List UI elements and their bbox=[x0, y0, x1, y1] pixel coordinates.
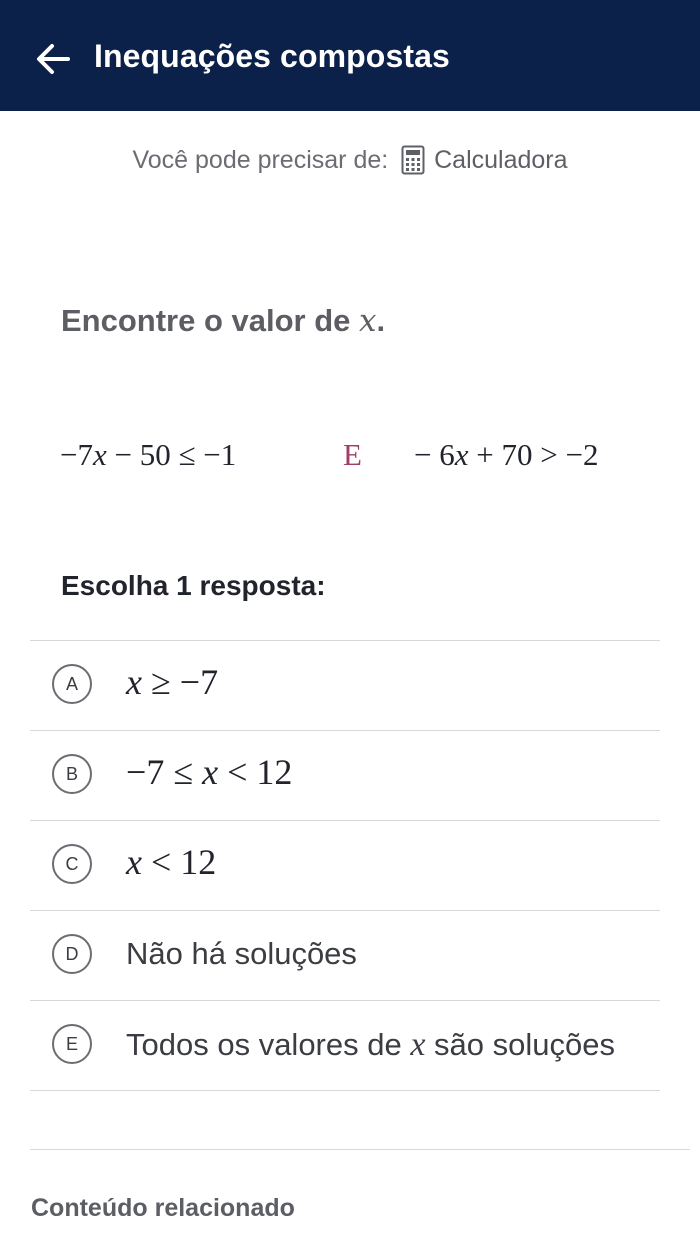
tools-hint: Você pode precisar de: Calculadora bbox=[0, 145, 700, 182]
prompt-variable: x bbox=[359, 303, 377, 339]
choice-text: x ≥ −7 bbox=[126, 662, 219, 702]
choice-c[interactable]: C x < 12 bbox=[30, 821, 660, 911]
calculator-icon[interactable] bbox=[401, 145, 425, 182]
choice-a[interactable]: A x ≥ −7 bbox=[30, 641, 660, 731]
choice-variable: x bbox=[410, 1026, 426, 1063]
question-prompt: Encontre o valor de x. bbox=[61, 303, 385, 339]
choose-label: Escolha 1 resposta: bbox=[61, 570, 326, 601]
choice-letter-badge: B bbox=[52, 754, 92, 794]
calculator-link[interactable]: Calculadora bbox=[434, 146, 567, 174]
arrow-left-icon[interactable] bbox=[34, 40, 72, 78]
choice-text: −7 ≤ x < 12 bbox=[126, 752, 293, 792]
prompt-text: Encontre o valor de bbox=[61, 303, 360, 338]
choice-letter-badge: E bbox=[52, 1024, 92, 1064]
top-bar: Inequações compostas bbox=[0, 0, 700, 111]
choice-letter-badge: C bbox=[52, 844, 92, 884]
page-title: Inequações compostas bbox=[94, 38, 450, 74]
choice-text: Não há soluções bbox=[126, 936, 357, 971]
inequality-connector: E bbox=[343, 437, 362, 472]
tools-prefix: Você pode precisar de: bbox=[132, 146, 389, 174]
choice-letter-badge: D bbox=[52, 934, 92, 974]
choice-e[interactable]: E Todos os valores de x são soluções bbox=[30, 1001, 660, 1091]
choice-text-after: são soluções bbox=[425, 1027, 615, 1062]
related-content-heading: Conteúdo relacionado bbox=[31, 1194, 295, 1222]
answer-choices: A x ≥ −7 B −7 ≤ x < 12 C x < 12 D Não há… bbox=[30, 640, 660, 1091]
inequality-right: − 6x + 70 > −2 bbox=[414, 437, 599, 472]
choice-b[interactable]: B −7 ≤ x < 12 bbox=[30, 731, 660, 821]
inequality-left: −7x − 50 ≤ −1 bbox=[60, 437, 237, 472]
choice-letter-badge: A bbox=[52, 664, 92, 704]
choice-text: Todos os valores de x são soluções bbox=[126, 1026, 615, 1064]
choice-text-before: Todos os valores de bbox=[126, 1027, 411, 1062]
choice-text: x < 12 bbox=[126, 842, 217, 882]
prompt-period: . bbox=[376, 303, 386, 338]
section-divider bbox=[30, 1149, 690, 1150]
choice-d[interactable]: D Não há soluções bbox=[30, 911, 660, 1001]
